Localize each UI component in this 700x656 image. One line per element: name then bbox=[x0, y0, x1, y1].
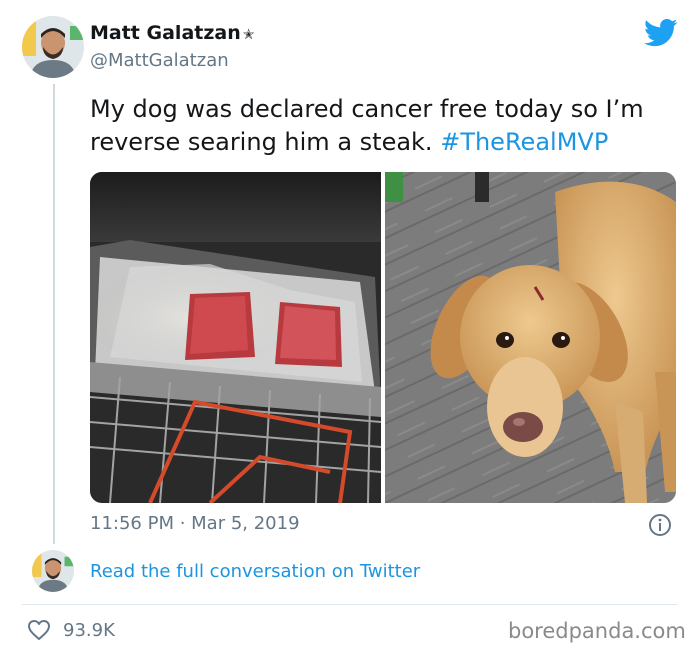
twitter-bird-icon[interactable] bbox=[644, 18, 678, 48]
info-icon[interactable] bbox=[648, 513, 672, 537]
thread-line bbox=[53, 84, 55, 544]
small-avatar[interactable] bbox=[32, 550, 74, 592]
tweet-timestamp[interactable]: 11:56 PM · Mar 5, 2019 bbox=[90, 513, 300, 534]
footer-divider bbox=[22, 604, 678, 605]
author-handle[interactable]: @MattGalatzan bbox=[90, 50, 229, 71]
author-avatar[interactable] bbox=[22, 16, 84, 78]
heart-icon[interactable] bbox=[27, 619, 51, 641]
verified-star-icon: ✭ bbox=[242, 27, 255, 43]
like-count: 93.9K bbox=[63, 620, 115, 641]
watermark: boredpanda.com bbox=[508, 619, 686, 643]
hashtag-link[interactable]: #TheRealMVP bbox=[440, 128, 608, 156]
read-conversation-link[interactable]: Read the full conversation on Twitter bbox=[90, 561, 420, 582]
steaks-in-oven-photo[interactable] bbox=[90, 172, 382, 503]
golden-retriever-photo[interactable] bbox=[385, 172, 676, 503]
author-name[interactable]: Matt Galatzan ✭ bbox=[90, 22, 254, 44]
tweet-text: My dog was declared cancer free today so… bbox=[90, 93, 680, 159]
tweet-media[interactable] bbox=[90, 172, 676, 503]
